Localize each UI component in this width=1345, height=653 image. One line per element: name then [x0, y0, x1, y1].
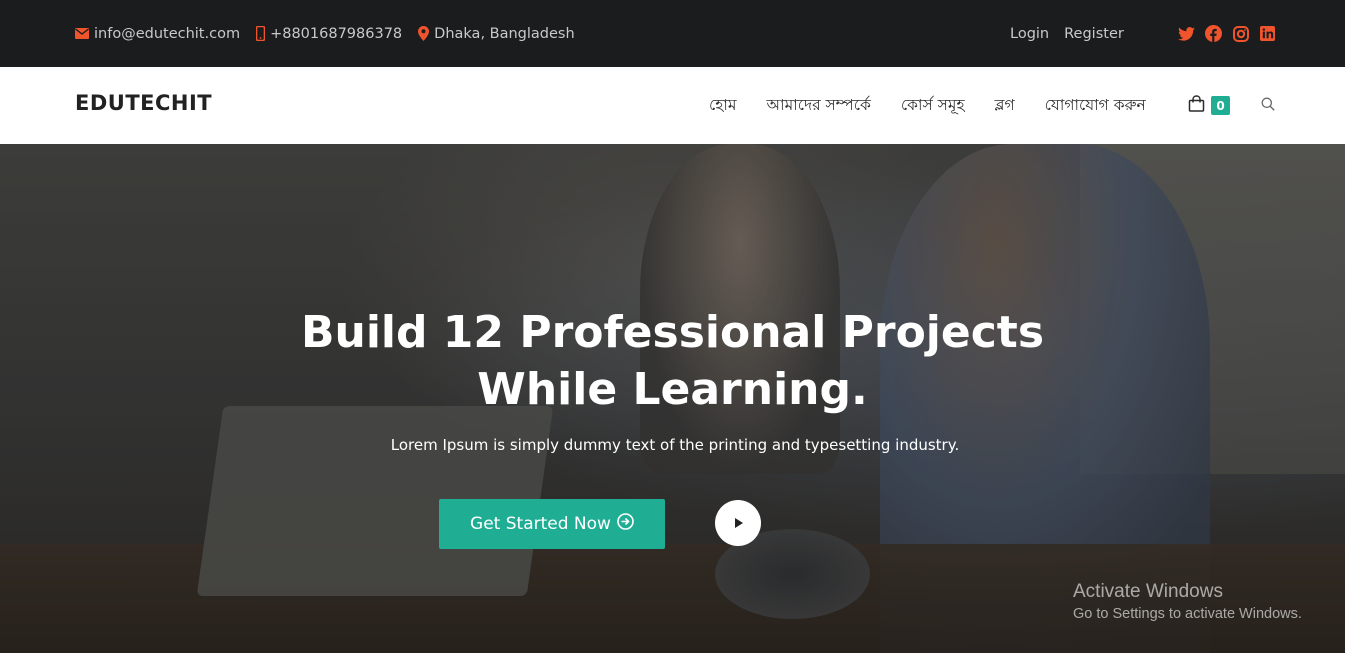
hero-subtitle: Lorem Ipsum is simply dummy text of the …: [390, 436, 960, 454]
instagram-icon[interactable]: [1232, 25, 1249, 42]
nav-item-blog[interactable]: ব্লগ: [995, 93, 1015, 119]
hero-title-line-2: While Learning.: [477, 364, 868, 415]
hero-section: Build 12 Professional Projects While Lea…: [0, 144, 1345, 653]
nav-item-courses[interactable]: কোর্স সমূহ: [901, 93, 965, 119]
main-menu: হোম আমাদের সম্পর্কে কোর্স সমূহ ব্লগ যোগা…: [709, 67, 1146, 144]
social-links: [1178, 0, 1276, 67]
arrow-circle-right-icon: [617, 513, 634, 535]
get-started-button[interactable]: Get Started Now: [439, 499, 665, 549]
location-text: Dhaka, Bangladesh: [434, 25, 575, 42]
top-bar: info@edutechit.com +8801687986378 Dhaka,…: [0, 0, 1345, 67]
shopping-bag-icon: [1188, 95, 1205, 116]
email-text: info@edutechit.com: [94, 25, 241, 42]
twitter-icon[interactable]: [1178, 25, 1195, 42]
phone-link[interactable]: +8801687986378: [256, 26, 402, 42]
main-navbar: EDUTECHIT হোম আমাদের সম্পর্কে কোর্স সমূহ…: [0, 67, 1345, 144]
hero-title-line-1: Build 12 Professional Projects: [300, 307, 1045, 358]
phone-text: +8801687986378: [270, 25, 403, 42]
watermark-title: Activate Windows: [1073, 581, 1223, 602]
watermark-message: Go to Settings to activate Windows.: [1073, 606, 1302, 622]
facebook-icon[interactable]: [1205, 25, 1222, 42]
search-icon[interactable]: [1261, 96, 1275, 111]
nav-item-home[interactable]: হোম: [709, 93, 737, 119]
linkedin-icon[interactable]: [1259, 25, 1276, 42]
hero-title: Build 12 Professional Projects While Lea…: [0, 304, 1345, 418]
contact-info: info@edutechit.com +8801687986378 Dhaka,…: [75, 0, 575, 67]
email-link[interactable]: info@edutechit.com: [75, 26, 240, 42]
cart-button[interactable]: 0: [1188, 95, 1230, 116]
location-info: Dhaka, Bangladesh: [418, 26, 575, 42]
site-logo[interactable]: EDUTECHIT: [75, 91, 212, 115]
nav-item-about[interactable]: আমাদের সম্পর্কে: [767, 93, 871, 119]
register-link[interactable]: Register: [1064, 26, 1124, 42]
mobile-phone-icon: [256, 26, 266, 41]
nav-item-contact[interactable]: যোগাযোগ করুন: [1045, 93, 1146, 119]
windows-activation-watermark: Activate Windows Go to Settings to activ…: [1073, 581, 1302, 622]
auth-links: Login Register: [1010, 0, 1124, 67]
login-link[interactable]: Login: [1010, 26, 1049, 42]
play-video-button[interactable]: [715, 500, 761, 546]
play-icon: [733, 514, 744, 533]
envelope-icon: [75, 28, 89, 39]
map-marker-icon: [418, 26, 430, 41]
cart-count-badge: 0: [1211, 96, 1230, 115]
get-started-label: Get Started Now: [470, 514, 611, 534]
